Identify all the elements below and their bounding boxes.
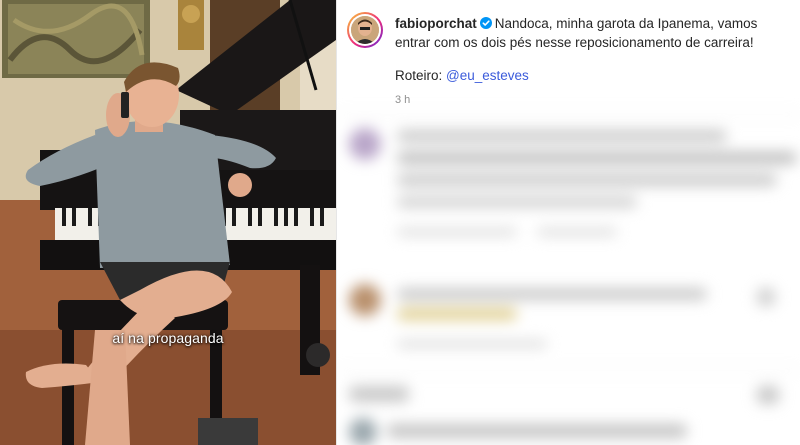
comment-line xyxy=(387,424,687,438)
avatar-frame xyxy=(349,14,381,46)
divider xyxy=(337,370,800,371)
avatar-image xyxy=(351,16,379,44)
comment-meta xyxy=(537,228,617,236)
post-side-panel: fabioporchat Nandoca, minha garota da Ipa… xyxy=(337,0,800,445)
like-icon xyxy=(757,288,775,306)
comment-line xyxy=(397,308,517,320)
save-icon xyxy=(757,386,779,404)
comment-line xyxy=(397,152,797,164)
commenter-avatar xyxy=(349,128,381,160)
username-link[interactable]: fabioporchat xyxy=(395,16,477,31)
comment-meta xyxy=(397,340,547,348)
comment-line xyxy=(397,196,637,208)
caption-text: fabioporchat Nandoca, minha garota da Ipa… xyxy=(395,14,790,110)
instagram-post-frame: aí na propaganda fabioporchat Nandoca, m… xyxy=(0,0,800,445)
blurred-comments xyxy=(337,108,800,445)
script-label: Roteiro: xyxy=(395,68,443,83)
verified-badge-icon xyxy=(479,17,492,29)
mention-link[interactable]: @eu_esteves xyxy=(446,68,529,83)
video-frame-illustration xyxy=(0,0,336,445)
comment-line xyxy=(397,130,727,142)
comment-line xyxy=(397,174,777,186)
commenter-avatar xyxy=(349,418,377,445)
video-subtitle: aí na propaganda xyxy=(112,330,224,346)
action-icons xyxy=(349,386,409,402)
script-credit: Roteiro: @eu_esteves xyxy=(395,66,790,85)
comment-meta xyxy=(397,228,517,236)
divider xyxy=(337,114,800,115)
video-player[interactable]: aí na propaganda xyxy=(0,0,336,445)
profile-photo xyxy=(351,16,379,44)
commenter-avatar xyxy=(349,284,381,316)
avatar[interactable] xyxy=(347,12,383,48)
comment-line xyxy=(397,288,707,300)
